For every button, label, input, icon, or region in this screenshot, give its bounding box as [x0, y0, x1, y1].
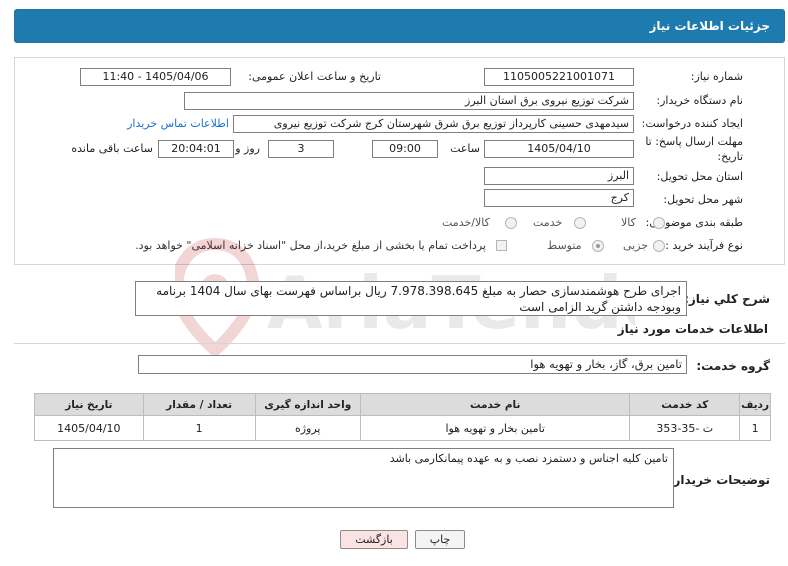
cell-qty: 1 — [142, 415, 256, 441]
buyer-contact-link[interactable]: اطلاعات تماس خریدار — [127, 117, 229, 130]
col-header-name: نام خدمت — [359, 393, 631, 416]
buyer-notes-textarea[interactable]: تامین کلیه اجناس و دستمزد نصب و به عهده … — [53, 448, 674, 508]
treasury-payment-checkbox[interactable] — [496, 240, 507, 251]
services-section-title: اطلاعات خدمات مورد نیاز — [617, 322, 768, 336]
page: جزئیات اطلاعات نیاز شماره نیاز: 11050052… — [0, 0, 788, 566]
purchase-radio-medium[interactable] — [592, 240, 604, 252]
category-radio-goods-service[interactable] — [505, 217, 517, 229]
purchase-type-label: نوع فرآیند خرید : — [665, 239, 743, 252]
category-radio-goods[interactable] — [653, 217, 665, 229]
cell-name: تامین بخار و تهویه هوا — [359, 415, 631, 441]
deadline-time-label: ساعت — [450, 142, 480, 155]
category-option-goods: کالا — [621, 216, 636, 229]
purchase-option-medium: متوسط — [547, 239, 582, 252]
need-number-label: شماره نیاز: — [690, 70, 743, 83]
category-option-service: خدمت — [533, 216, 563, 229]
col-header-qty: تعداد / مقدار — [142, 393, 256, 416]
summary-textarea[interactable]: اجرای طرح هوشمندسازی حصار به مبلغ 7.978.… — [135, 281, 687, 316]
section-divider — [14, 343, 785, 344]
deadline-label-line2: تاریخ: — [717, 150, 743, 163]
deadline-time-field[interactable]: 09:00 — [372, 140, 438, 158]
services-table: ردیف کد خدمت نام خدمت واحد اندازه گیری ت… — [34, 393, 771, 441]
requester-field[interactable]: سیدمهدی حسینی کارپرداز توزیع برق شرق شهر… — [233, 115, 634, 133]
announce-datetime-label: تاریخ و ساعت اعلان عمومی: — [248, 70, 381, 83]
deadline-days-field[interactable]: 3 — [268, 140, 334, 158]
col-header-code: کد خدمت — [629, 393, 741, 416]
buyer-notes-label: توضیحات خریدار: — [668, 473, 770, 487]
col-header-unit: واحد اندازه گیری — [254, 393, 361, 416]
col-header-row: ردیف — [739, 393, 771, 416]
purchase-radio-minor[interactable] — [653, 240, 665, 252]
print-button[interactable]: چاپ — [415, 530, 465, 549]
cell-code: ت -35-353 — [629, 415, 741, 441]
summary-label: شرح کلي نياز: — [684, 292, 770, 306]
buyer-org-label: نام دستگاه خریدار: — [656, 94, 743, 107]
deadline-label-line1: مهلت ارسال پاسخ: تا — [645, 135, 743, 148]
deadline-date-field[interactable]: 1405/04/10 — [484, 140, 634, 158]
province-label: استان محل تحویل: — [656, 170, 743, 183]
buyer-org-field[interactable]: شرکت توزیع نیروی برق استان البرز — [184, 92, 634, 110]
table-row[interactable]: 1 ت -35-353 تامین بخار و تهویه هوا پروژه… — [34, 415, 771, 441]
cell-unit: پروژه — [254, 415, 361, 441]
requester-label: ایجاد کننده درخواست: — [641, 117, 743, 130]
category-radio-service[interactable] — [574, 217, 586, 229]
city-field[interactable]: کرج — [484, 189, 634, 207]
treasury-payment-note: پرداخت تمام یا بخشی از مبلغ خرید،از محل … — [135, 239, 486, 252]
purchase-option-minor: جزیی — [623, 239, 649, 252]
remaining-time-field[interactable]: 20:04:01 — [158, 140, 234, 158]
province-field[interactable]: البرز — [484, 167, 634, 185]
remaining-time-label: ساعت باقی مانده — [71, 142, 153, 155]
services-table-header: ردیف کد خدمت نام خدمت واحد اندازه گیری ت… — [34, 393, 771, 416]
category-option-goods-service: کالا/خدمت — [442, 216, 490, 229]
need-info-panel — [14, 57, 785, 265]
col-header-date: تاریخ نیاز — [34, 393, 144, 416]
cell-date: 1405/04/10 — [34, 415, 144, 441]
announce-datetime-field[interactable]: 1405/04/06 - 11:40 — [80, 68, 231, 86]
cell-row: 1 — [739, 415, 771, 441]
header-bar: جزئیات اطلاعات نیاز — [14, 9, 785, 43]
back-button[interactable]: بازگشت — [340, 530, 408, 549]
city-label: شهر محل تحویل: — [663, 193, 743, 206]
need-number-field[interactable]: 1105005221001071 — [484, 68, 634, 86]
deadline-days-label: روز و — [235, 142, 260, 155]
service-group-field[interactable]: تامین برق، گاز، بخار و تهویه هوا — [138, 355, 687, 374]
service-group-label: گروه خدمت: — [696, 359, 770, 373]
page-title: جزئیات اطلاعات نیاز — [649, 19, 770, 33]
